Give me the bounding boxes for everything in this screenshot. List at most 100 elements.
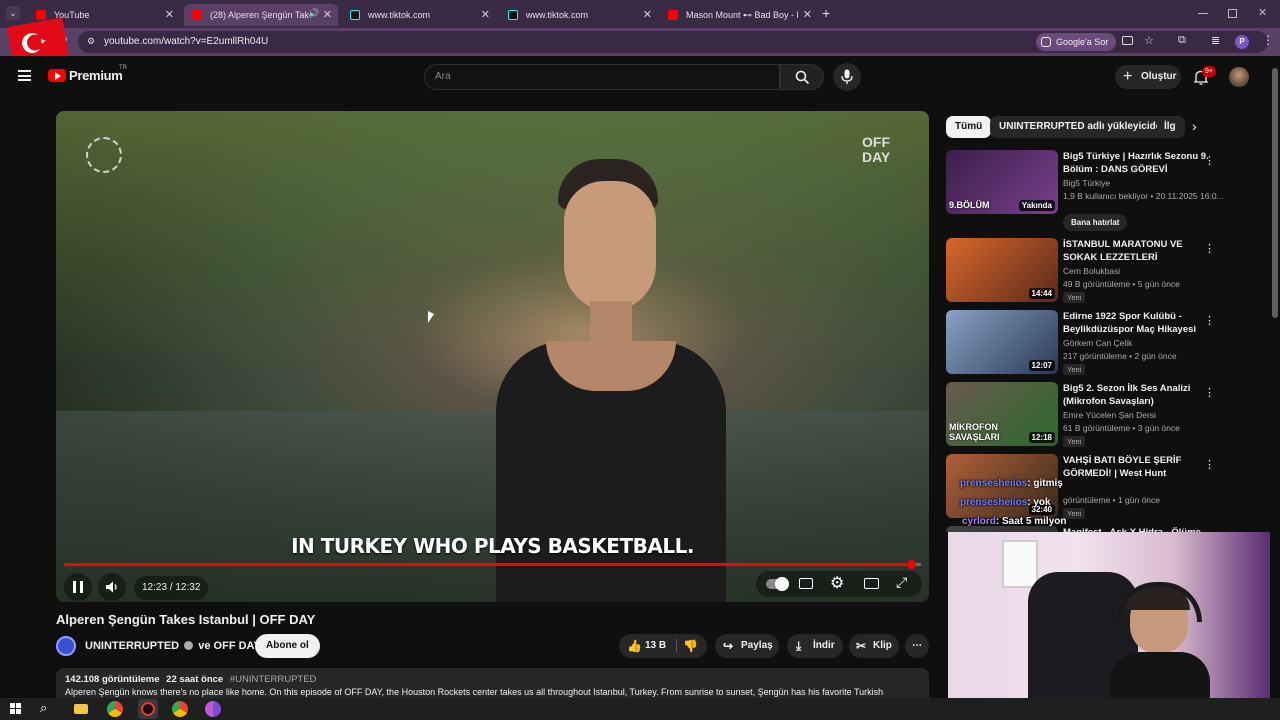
pause-button[interactable]: [64, 573, 92, 601]
volume-button[interactable]: [98, 573, 126, 601]
account-avatar[interactable]: [1229, 67, 1249, 87]
more-vertical-icon[interactable]: ⋮: [1204, 386, 1215, 400]
more-vertical-icon[interactable]: ⋮: [1204, 314, 1215, 328]
search-button[interactable]: [780, 64, 824, 90]
recommendation-channel[interactable]: Cem Bolukbasi: [1063, 266, 1120, 276]
chrome-icon[interactable]: [172, 701, 188, 717]
create-button[interactable]: + Oluştur: [1115, 65, 1181, 89]
recommendation-thumbnail[interactable]: 14:44: [946, 238, 1058, 302]
time-display: 12:23 / 12:32: [134, 576, 209, 600]
profile-avatar[interactable]: P: [1235, 35, 1249, 49]
close-tab-icon[interactable]: ✕: [165, 8, 174, 21]
thumbnail-overlay-text: 9.BÖLÜM: [949, 200, 990, 210]
recommendation-title[interactable]: İSTANBUL MARATONU VE SOKAK LEZZETLERİ: [1063, 238, 1213, 264]
close-tab-icon[interactable]: ✕: [323, 8, 332, 21]
channel-avatar[interactable]: [56, 636, 76, 656]
windows-start-icon[interactable]: [10, 703, 22, 715]
chip-from-uploader[interactable]: UNINTERRUPTED adlı yükleyiciden: [990, 116, 1177, 138]
video-player[interactable]: OFF DAY IN TURKEY WHO PLAYS BASKETBALL. …: [56, 111, 929, 602]
recommendation-channel[interactable]: Big5 Türkiye: [1063, 178, 1110, 188]
subtitles-icon[interactable]: [799, 578, 813, 589]
reading-list-icon[interactable]: ≣: [1211, 34, 1220, 47]
clip-button[interactable]: ✂ Klip: [849, 634, 899, 658]
chip-related[interactable]: İlg: [1157, 116, 1185, 138]
tab-tiktok-1[interactable]: www.tiktok.com ✕: [342, 4, 496, 26]
recommendation-title[interactable]: Edirne 1922 Spor Kulübü - Beylikdüzüspor…: [1063, 310, 1213, 336]
hamburger-menu-icon[interactable]: [18, 70, 31, 81]
address-bar[interactable]: ⚙ youtube.com/watch?v=E2umllRh04U Google…: [78, 31, 1268, 53]
scissors-icon: ✂: [856, 639, 867, 653]
recommendation-channel[interactable]: Görkem Can Çelik: [1063, 338, 1132, 348]
youtube-icon: [36, 10, 46, 20]
theater-mode-icon[interactable]: [864, 578, 879, 589]
notifications-button[interactable]: 9+: [1192, 66, 1216, 88]
browser-menu-icon[interactable]: ⋮: [1262, 33, 1274, 47]
recommendation-title[interactable]: VAHŞİ BATI BÖYLE ŞERİF GÖRMEDİ! | West H…: [1063, 454, 1213, 480]
recommendation-item[interactable]: 12:07 Edirne 1922 Spor Kulübü - Beylikdüz…: [946, 310, 1216, 376]
close-tab-icon[interactable]: ✕: [803, 8, 812, 21]
close-tab-icon[interactable]: ✕: [643, 8, 652, 21]
chevron-right-icon[interactable]: ›: [1192, 118, 1197, 134]
thumbs-down-icon[interactable]: 👎: [683, 634, 698, 658]
search-input[interactable]: Ara: [424, 64, 780, 90]
share-icon: ↪: [723, 639, 734, 653]
video-title: Alperen Şengün Takes Istanbul | OFF DAY: [56, 612, 316, 627]
youtube-icon: [668, 10, 678, 20]
chrome-profile-icon[interactable]: [205, 701, 221, 717]
new-badge: Yeni: [1063, 292, 1086, 303]
chat-message: prensesheiios: gitmiş: [960, 478, 1063, 489]
restore-window-icon[interactable]: [1228, 9, 1237, 18]
speaker-icon[interactable]: 🔊: [308, 8, 319, 19]
search-icon: [795, 70, 810, 85]
recommendation-item[interactable]: 14:44 İSTANBUL MARATONU VE SOKAK LEZZETLE…: [946, 238, 1216, 304]
extensions-icon[interactable]: ⧉: [1178, 34, 1186, 47]
google-sor-button[interactable]: Google'a Sor: [1036, 33, 1117, 51]
recommendation-title[interactable]: Big5 Türkiye | Hazırlık Sezonu 9. Bölüm …: [1063, 150, 1213, 176]
recommendation-thumbnail[interactable]: 12:07: [946, 310, 1058, 374]
more-vertical-icon[interactable]: ⋮: [1204, 154, 1215, 168]
like-button[interactable]: 👍 13 B: [627, 634, 679, 658]
bookmark-star-icon[interactable]: ☆: [1144, 34, 1154, 47]
subscribe-button[interactable]: Abone ol: [255, 634, 320, 658]
chrome-icon[interactable]: [107, 701, 123, 717]
page-scrollbar[interactable]: [1272, 68, 1278, 318]
autoplay-toggle[interactable]: [766, 577, 789, 591]
file-explorer-icon[interactable]: [74, 704, 88, 714]
close-window-icon[interactable]: ✕: [1258, 6, 1267, 19]
recommendation-channel[interactable]: Emre Yücelen Şan Dersi: [1063, 410, 1156, 420]
tab-mason-mount[interactable]: Mason Mount ⊷ Bad Boy - Ma ✕: [660, 4, 818, 26]
like-dislike-group: 👍 13 B 👎: [619, 634, 707, 658]
obs-icon[interactable]: [138, 699, 158, 719]
recommendation-title[interactable]: Big5 2. Sezon İlk Ses Analizi (Mikrofon …: [1063, 382, 1213, 408]
recommendation-item[interactable]: MİKROFON SAVAŞLARI 12:18 Big5 2. Sezon İlk…: [946, 382, 1216, 448]
progress-scrubber[interactable]: [906, 560, 916, 569]
settings-gear-icon[interactable]: ⚙: [830, 573, 844, 593]
more-actions-button[interactable]: ⋯: [905, 634, 929, 658]
progress-bar[interactable]: [64, 560, 921, 569]
cast-icon[interactable]: [1122, 36, 1133, 45]
tab-tiktok-2[interactable]: www.tiktok.com ✕: [500, 4, 658, 26]
close-tab-icon[interactable]: ✕: [481, 8, 490, 21]
download-button[interactable]: ⤓ İndir: [787, 634, 843, 658]
recommendation-item[interactable]: 9.BÖLÜM Yakında Big5 Türkiye | Hazırlık Se…: [946, 150, 1224, 231]
minimize-window-icon[interactable]: [1198, 13, 1208, 14]
voice-search-button[interactable]: [833, 63, 861, 91]
description-box[interactable]: 142.108 görüntüleme 22 saat önce #UNINTE…: [56, 668, 929, 698]
more-vertical-icon[interactable]: ⋮: [1204, 242, 1215, 256]
taskbar-search-icon[interactable]: ⌕: [40, 700, 47, 716]
chip-all[interactable]: Tümü: [946, 116, 992, 138]
recommendation-thumbnail[interactable]: MİKROFON SAVAŞLARI 12:18: [946, 382, 1058, 446]
recommendation-thumbnail[interactable]: 9.BÖLÜM Yakında: [946, 150, 1058, 214]
more-vertical-icon[interactable]: ⋮: [1204, 458, 1215, 472]
channel-name[interactable]: UNINTERRUPTED ve OFF DAY: [85, 640, 261, 652]
site-info-icon[interactable]: ⚙: [87, 36, 95, 47]
share-button[interactable]: ↪ Paylaş: [715, 634, 779, 658]
webcam-frame-poster: [1002, 540, 1038, 588]
new-tab-button[interactable]: +: [822, 5, 830, 21]
fullscreen-icon[interactable]: ⤢: [896, 574, 907, 591]
remind-me-button[interactable]: Bana hatırlat: [1063, 214, 1128, 231]
url-text[interactable]: youtube.com/watch?v=E2umllRh04U: [104, 36, 268, 47]
tab-current-video[interactable]: (28) Alperen Şengün Takes 🔊 ✕: [184, 4, 338, 26]
tab-list-dropdown-icon[interactable]: ⌄: [6, 6, 20, 20]
chat-message: prensesheiios: yok: [960, 497, 1051, 508]
